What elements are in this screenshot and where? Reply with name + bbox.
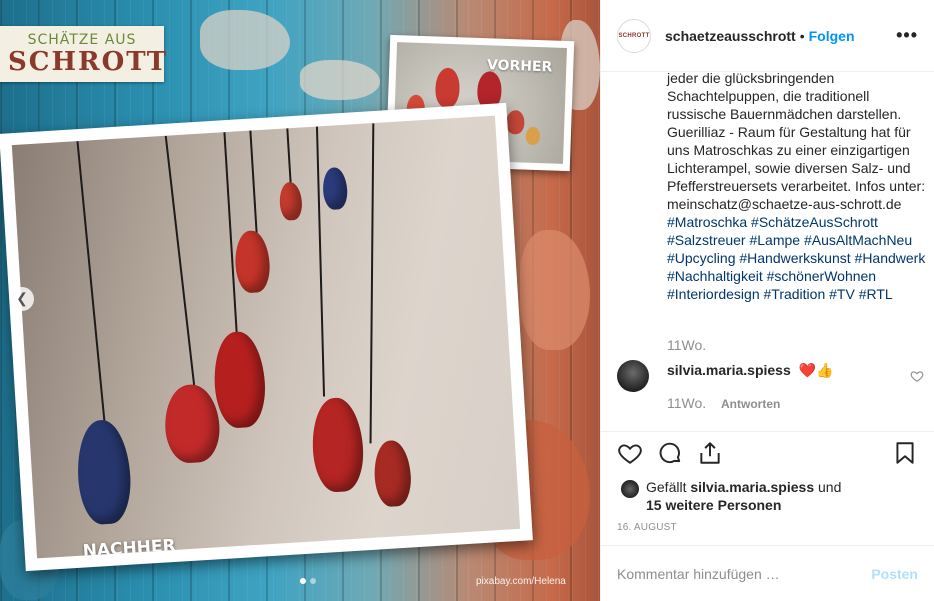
paint-chip bbox=[300, 60, 380, 100]
paint-chip bbox=[520, 230, 590, 350]
logo-line-1: SCHÄTZE AUS bbox=[27, 32, 137, 48]
header-separator: • bbox=[799, 27, 805, 44]
paint-chip bbox=[200, 10, 290, 70]
logo-line-2: SCHROTT bbox=[8, 47, 169, 77]
after-label: NACHHER bbox=[82, 535, 177, 559]
author-avatar[interactable]: SCHROTT bbox=[617, 18, 651, 53]
doll-figure bbox=[505, 109, 525, 135]
matryoshka-lamp bbox=[74, 418, 134, 526]
photo-credit: pixabay.com/Helena bbox=[476, 576, 566, 587]
matryoshka-lamp bbox=[309, 396, 366, 494]
liker-username[interactable]: silvia.maria.spiess bbox=[690, 479, 814, 495]
matryoshka-lamp bbox=[278, 181, 303, 221]
avatar-logo-text: SCHROTT bbox=[618, 32, 650, 39]
chevron-left-icon: ❮ bbox=[16, 290, 28, 306]
lamp-cord bbox=[223, 132, 239, 342]
matryoshka-lamp bbox=[233, 229, 272, 294]
lamp-cord bbox=[315, 126, 326, 397]
likes-joiner: und bbox=[818, 479, 842, 495]
caption-timestamp[interactable]: 11Wo. bbox=[667, 337, 706, 353]
doll-figure bbox=[525, 126, 541, 146]
likes-prefix: Gefällt bbox=[646, 479, 687, 495]
carousel-dot-active bbox=[300, 578, 306, 584]
more-options-icon[interactable]: ••• bbox=[896, 25, 918, 46]
matryoshka-lamp bbox=[211, 330, 268, 430]
carousel-dot bbox=[310, 578, 316, 584]
carousel-indicator bbox=[300, 578, 316, 584]
post-comment-button[interactable]: Posten bbox=[871, 566, 918, 582]
comment: silvia.maria.spiess ❤️👍 bbox=[667, 362, 834, 379]
post-caption: jeder die glücksbringenden Schachtelpupp… bbox=[667, 72, 929, 303]
previous-image-button[interactable]: ❮ bbox=[10, 287, 34, 311]
comment-input[interactable] bbox=[617, 565, 872, 582]
matryoshka-lamp bbox=[321, 166, 349, 211]
after-photo: NACHHER bbox=[0, 102, 533, 572]
after-photo-image: NACHHER bbox=[11, 115, 521, 559]
doll-figure bbox=[434, 67, 461, 109]
comment-timestamp[interactable]: 11Wo. bbox=[667, 395, 706, 411]
lamp-cord bbox=[164, 135, 197, 395]
author-username[interactable]: schaetzeausschrott bbox=[665, 28, 796, 44]
caption-hashtags[interactable]: #Matroschka #SchätzeAusSchrott #Salzstre… bbox=[667, 214, 925, 302]
lamp-cord bbox=[369, 123, 375, 444]
post-actions bbox=[617, 440, 918, 474]
before-label: VORHER bbox=[486, 57, 553, 76]
post-date[interactable]: 16. AUGUST bbox=[617, 522, 677, 533]
share-icon[interactable] bbox=[697, 440, 723, 466]
liker-avatar[interactable] bbox=[621, 480, 639, 498]
comment-composer: Posten bbox=[601, 545, 934, 601]
bookmark-icon[interactable] bbox=[892, 440, 918, 466]
comment-like-heart-icon[interactable] bbox=[910, 369, 924, 383]
likes-summary: Gefällt silvia.maria.spiess und 15 weite… bbox=[621, 478, 918, 514]
matryoshka-lamp bbox=[162, 383, 222, 465]
lamp-cord bbox=[286, 128, 292, 189]
lamp-cord bbox=[76, 141, 108, 440]
follow-button[interactable]: Folgen bbox=[809, 28, 855, 44]
lamp-cord bbox=[249, 130, 259, 241]
post-image[interactable]: SCHÄTZE AUS SCHROTT VORHER NACHHER pixab… bbox=[0, 0, 600, 601]
comments-scroll-area[interactable]: jeder die glücksbringenden Schachtelpupp… bbox=[601, 72, 934, 432]
commenter-username[interactable]: silvia.maria.spiess bbox=[667, 362, 791, 378]
comment-text: ❤️👍 bbox=[798, 362, 834, 378]
reply-button[interactable]: Antworten bbox=[721, 397, 780, 411]
like-heart-icon[interactable] bbox=[617, 440, 643, 466]
post-header: SCHROTT schaetzeausschrott • Folgen ••• bbox=[601, 0, 934, 72]
matryoshka-lamp bbox=[372, 439, 413, 508]
post-sidebar: SCHROTT schaetzeausschrott • Folgen ••• … bbox=[600, 0, 934, 601]
brand-logo: SCHÄTZE AUS SCHROTT bbox=[0, 26, 169, 82]
caption-text: jeder die glücksbringenden Schachtelpupp… bbox=[667, 72, 926, 212]
comment-bubble-icon[interactable] bbox=[657, 440, 683, 466]
likes-others-link[interactable]: 15 weitere Personen bbox=[646, 497, 781, 513]
commenter-avatar[interactable] bbox=[617, 360, 649, 392]
